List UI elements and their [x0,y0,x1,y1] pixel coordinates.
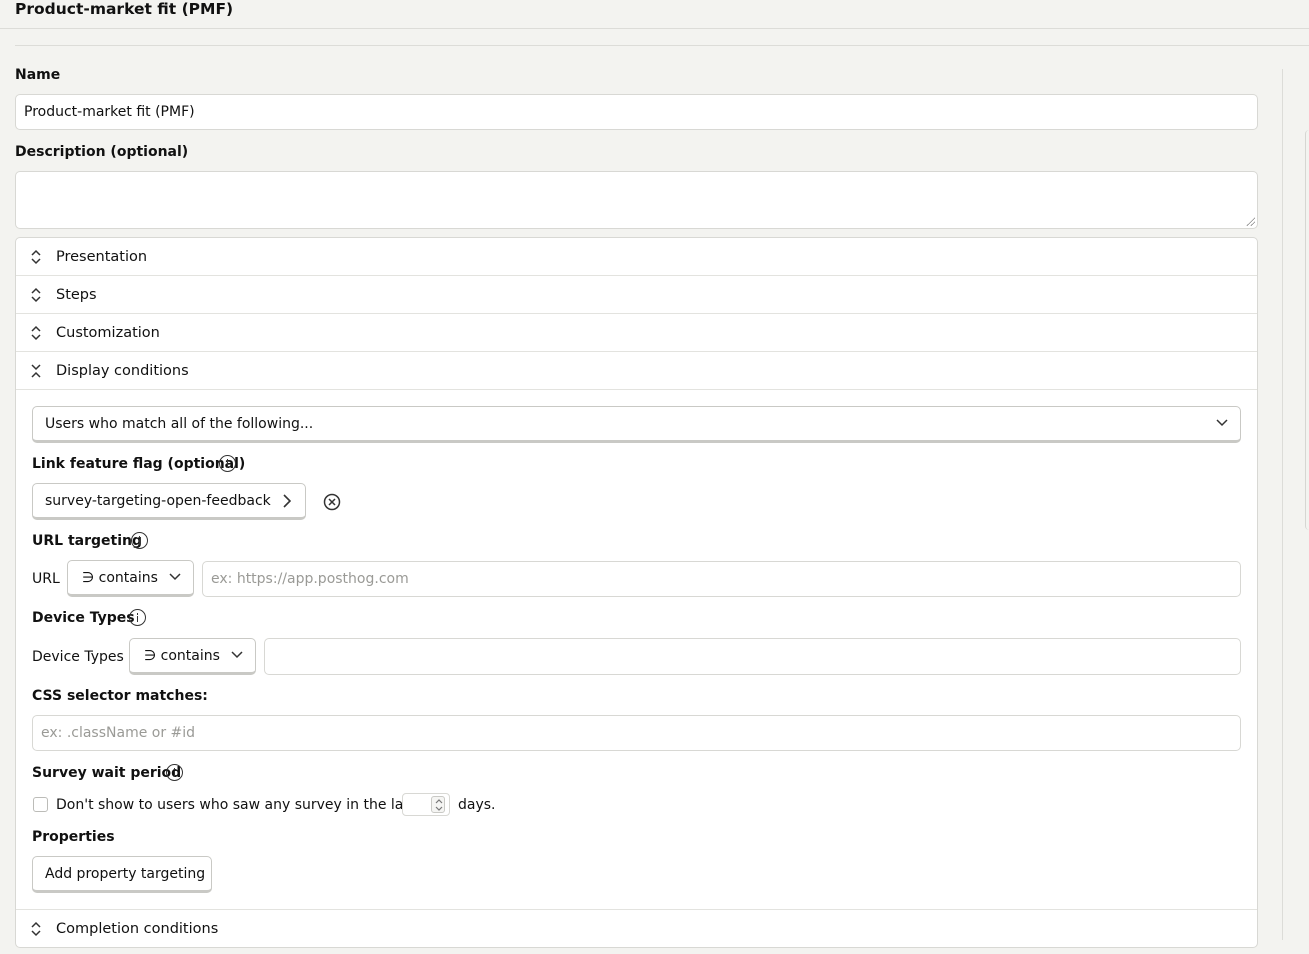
device-operator-select[interactable]: ∋ contains [129,638,256,675]
wait-period-label: Survey wait period [32,765,182,781]
section-title: Customization [56,324,160,341]
wait-period-checkbox[interactable] [33,797,48,812]
url-input[interactable] [202,561,1241,597]
chevron-up-down-icon [31,325,41,340]
divider [15,45,1309,46]
section-header-steps[interactable]: Steps [16,276,1257,314]
sidebar-divider [1282,69,1283,940]
chevron-down-icon [1216,418,1228,426]
name-label: Name [15,67,61,83]
resize-handle[interactable] [1245,216,1255,226]
feature-flag-label: Link feature flag (optional) [32,456,246,472]
feature-flag-value: survey-targeting-open-feedback [45,492,271,509]
section-header-display-conditions[interactable]: Display conditions [16,352,1257,390]
match-type-value: Users who match all of the following... [45,415,314,432]
name-input[interactable] [15,94,1258,130]
chevron-up-down-icon [31,287,41,302]
info-icon[interactable] [129,609,146,626]
url-field-label: URL [32,571,60,587]
chevron-down-icon [435,806,443,811]
close-circle-icon[interactable] [323,493,341,511]
section-header-completion-conditions[interactable]: Completion conditions [16,910,1257,948]
divider [16,909,1257,910]
url-operator-value: ∋ contains [82,569,158,586]
wait-days-stepper[interactable] [402,793,450,816]
device-types-input[interactable] [264,638,1241,675]
chevron-down-icon [231,650,243,658]
top-bar: Product-market fit (PMF) [0,0,1309,29]
chevron-right-icon [283,494,291,508]
chevron-up-icon [435,799,443,804]
side-panel-edge [1305,130,1309,530]
info-icon[interactable] [166,764,183,781]
section-header-customization[interactable]: Customization [16,314,1257,352]
css-selector-input[interactable] [32,715,1241,751]
url-operator-select[interactable]: ∋ contains [67,560,194,597]
info-icon[interactable] [131,532,148,549]
match-type-select[interactable]: Users who match all of the following... [32,406,1241,443]
properties-label: Properties [32,829,115,845]
feature-flag-button[interactable]: survey-targeting-open-feedback [32,483,306,520]
description-textarea[interactable] [15,171,1258,229]
wait-period-suffix: days. [458,797,496,813]
wait-period-checkbox-label: Don't show to users who saw any survey i… [56,797,417,813]
section-header-presentation[interactable]: Presentation [16,238,1257,276]
section-title: Steps [56,286,97,303]
section-title: Presentation [56,248,148,265]
url-targeting-label: URL targeting [32,533,142,549]
section-title: Completion conditions [56,921,219,937]
page-title: Product-market fit (PMF) [15,0,234,18]
device-types-field-label: Device Types [32,649,124,665]
description-label: Description (optional) [15,144,189,160]
section-title: Display conditions [56,362,189,379]
chevron-down-icon [169,572,181,580]
add-property-targeting-button[interactable]: Add property targeting [32,856,212,893]
device-operator-value: ∋ contains [144,647,220,664]
device-types-label: Device Types [32,610,135,626]
chevron-up-down-icon [31,921,41,937]
chevron-up-down-icon [31,249,41,264]
chevron-collapse-icon [31,363,41,378]
stepper-spin-buttons[interactable] [431,796,445,813]
info-icon[interactable] [219,455,236,472]
css-selector-label: CSS selector matches: [32,688,208,704]
add-property-targeting-label: Add property targeting [45,865,206,882]
